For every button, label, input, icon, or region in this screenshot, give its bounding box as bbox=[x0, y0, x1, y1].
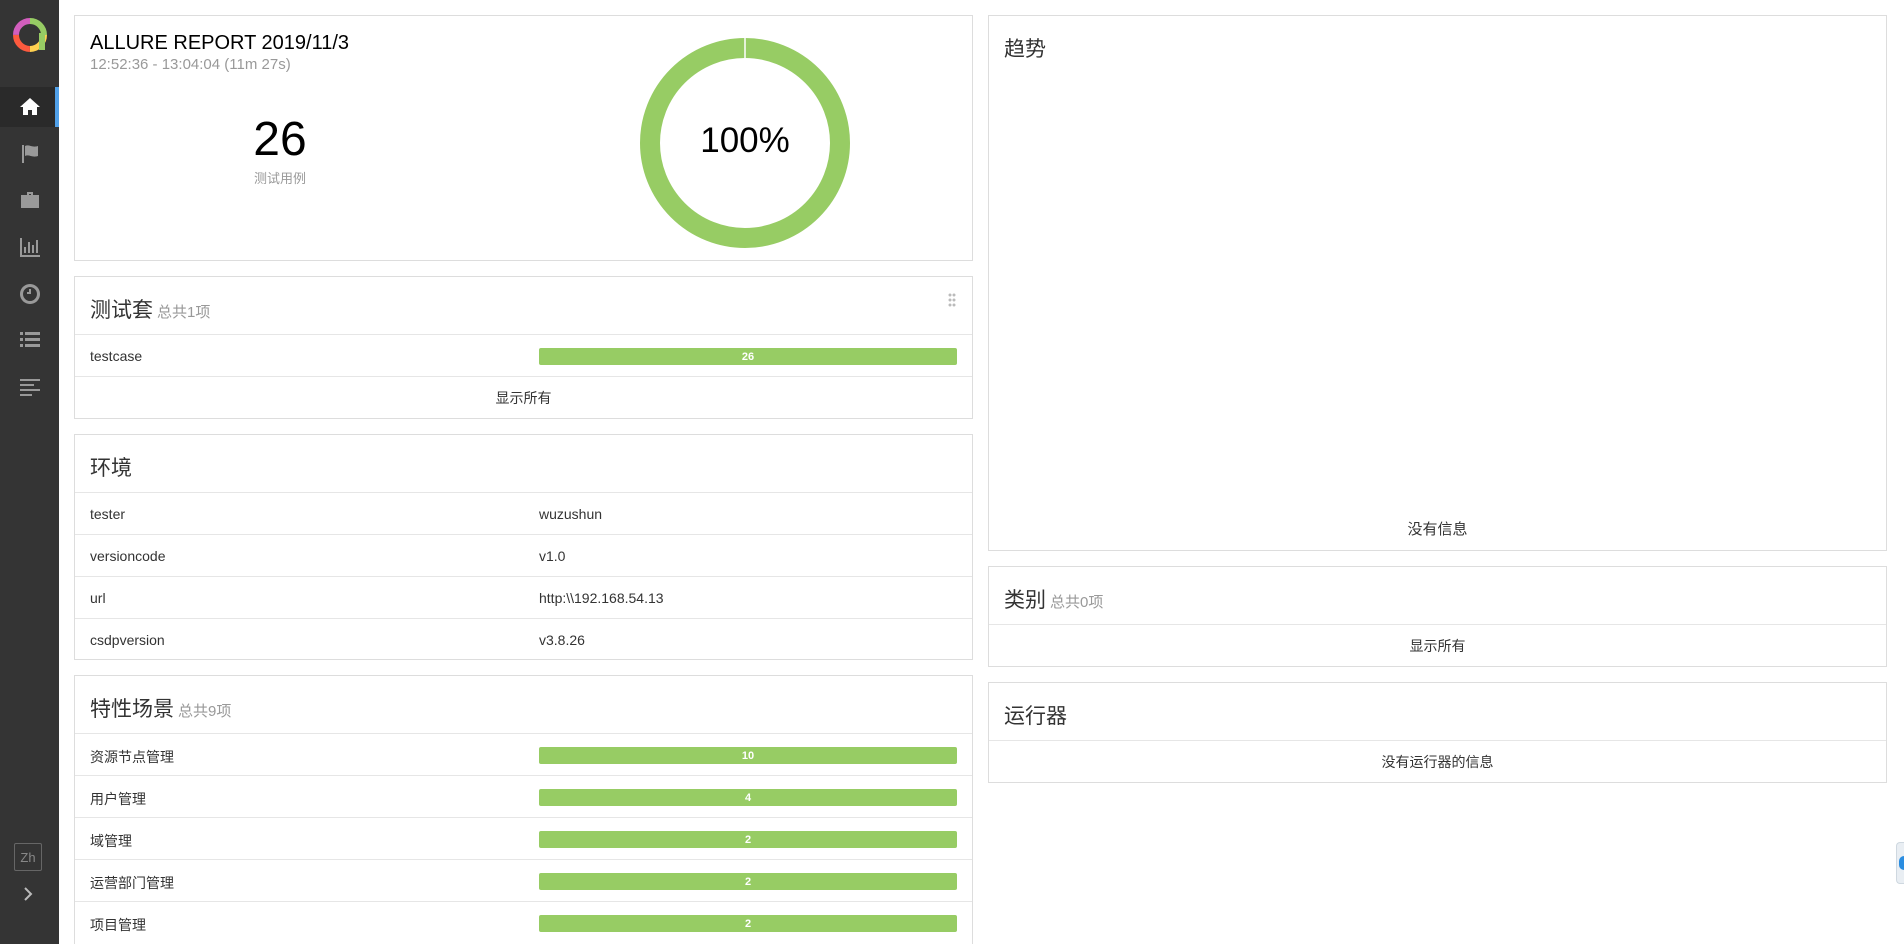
expand-sidebar-button[interactable] bbox=[14, 880, 42, 908]
language-button[interactable]: Zh bbox=[14, 843, 42, 871]
suites-widget: 测试套 总共1项 testcase 26 显示所有 bbox=[74, 276, 973, 419]
bar-chart-icon bbox=[19, 238, 40, 257]
align-left-icon bbox=[19, 379, 40, 396]
feature-name: 运营部门管理 bbox=[90, 875, 174, 891]
env-key: url bbox=[90, 590, 106, 606]
feature-row[interactable]: 运营部门管理 2 bbox=[75, 859, 972, 901]
features-title-text: 特性场景 bbox=[90, 698, 174, 721]
float-tab-icon bbox=[1899, 856, 1904, 870]
categories-show-all-link[interactable]: 显示所有 bbox=[989, 624, 1886, 666]
suite-name: testcase bbox=[90, 348, 143, 364]
side-float-tab[interactable] bbox=[1896, 842, 1904, 884]
env-row: tester wuzushun bbox=[75, 492, 972, 534]
env-key: tester bbox=[90, 506, 126, 522]
features-total: 总共9项 bbox=[178, 703, 232, 720]
suite-status-bar[interactable]: 26 bbox=[539, 348, 957, 365]
executors-title: 运行器 bbox=[1004, 705, 1067, 728]
nav-timeline[interactable] bbox=[0, 274, 59, 314]
suites-total: 总共1项 bbox=[157, 304, 211, 321]
feature-status-bar[interactable]: 2 bbox=[539, 915, 957, 932]
nav-packages[interactable] bbox=[0, 367, 59, 407]
categories-title: 类别 总共0项 bbox=[1004, 584, 1103, 614]
success-rate-percent: 100% bbox=[700, 121, 790, 160]
suite-row[interactable]: testcase 26 bbox=[75, 334, 972, 376]
categories-title-text: 类别 bbox=[1004, 589, 1046, 612]
allure-logo-icon[interactable] bbox=[12, 17, 48, 53]
report-title: ALLURE REPORT 2019/11/3 bbox=[90, 32, 350, 54]
feature-status-bar[interactable]: 2 bbox=[539, 873, 957, 890]
features-title: 特性场景 总共9项 bbox=[90, 693, 231, 723]
categories-widget: 类别 总共0项 显示所有 bbox=[988, 566, 1887, 667]
environment-title: 环境 bbox=[90, 457, 132, 480]
feature-row[interactable]: 项目管理 2 bbox=[75, 901, 972, 943]
env-value: v1.0 bbox=[539, 548, 566, 564]
clock-icon bbox=[19, 284, 40, 304]
feature-name: 域管理 bbox=[90, 833, 132, 849]
list-icon bbox=[19, 332, 40, 347]
nav-graphs[interactable] bbox=[0, 227, 59, 267]
suites-title-text: 测试套 bbox=[90, 299, 153, 322]
env-key: versioncode bbox=[90, 548, 166, 564]
env-row: csdpversion v3.8.26 bbox=[75, 618, 972, 660]
drag-handle-icon[interactable] bbox=[948, 293, 956, 307]
trend-empty-message: 没有信息 bbox=[1407, 521, 1468, 538]
environment-widget: 环境 tester wuzushun versioncode v1.0 url … bbox=[74, 434, 973, 660]
env-value: http:\\192.168.54.13 bbox=[539, 590, 664, 606]
env-row: url http:\\192.168.54.13 bbox=[75, 576, 972, 618]
feature-name: 资源节点管理 bbox=[90, 749, 174, 765]
report-time-range: 12:52:36 - 13:04:04 (11m 27s) bbox=[90, 56, 291, 73]
env-key: csdpversion bbox=[90, 632, 165, 648]
feature-status-bar[interactable]: 10 bbox=[539, 747, 957, 764]
suites-show-all-link[interactable]: 显示所有 bbox=[75, 376, 972, 418]
home-icon bbox=[19, 98, 40, 115]
env-row: versioncode v1.0 bbox=[75, 534, 972, 576]
executors-widget: 运行器 没有运行器的信息 bbox=[988, 682, 1887, 783]
feature-row[interactable]: 域管理 2 bbox=[75, 817, 972, 859]
trend-title: 趋势 bbox=[1004, 38, 1046, 61]
feature-row[interactable]: 用户管理 4 bbox=[75, 775, 972, 817]
trend-widget: 趋势 没有信息 bbox=[988, 15, 1887, 551]
feature-row[interactable]: 资源节点管理 10 bbox=[75, 733, 972, 775]
executors-empty-message: 没有运行器的信息 bbox=[989, 740, 1886, 782]
nav-overview[interactable] bbox=[0, 87, 59, 127]
features-widget: 特性场景 总共9项 资源节点管理 10 用户管理 4 域管理 2 运营部门管理 2… bbox=[74, 675, 973, 944]
chevron-right-icon bbox=[24, 887, 33, 901]
nav-behaviors[interactable] bbox=[0, 320, 59, 360]
testcase-count: 26 bbox=[253, 113, 307, 166]
feature-name: 用户管理 bbox=[90, 791, 146, 807]
feature-status-bar[interactable]: 4 bbox=[539, 789, 957, 806]
briefcase-icon bbox=[20, 192, 39, 208]
feature-status-bar[interactable]: 2 bbox=[539, 831, 957, 848]
env-value: v3.8.26 bbox=[539, 632, 585, 648]
nav-categories[interactable] bbox=[0, 134, 59, 174]
env-value: wuzushun bbox=[539, 506, 603, 522]
suites-title: 测试套 总共1项 bbox=[90, 294, 210, 324]
sidebar: Zh bbox=[0, 0, 59, 944]
flag-icon bbox=[21, 145, 38, 163]
nav-suites[interactable] bbox=[0, 180, 59, 220]
feature-name: 项目管理 bbox=[90, 917, 146, 933]
testcase-count-label: 测试用例 bbox=[253, 171, 306, 186]
summary-widget: ALLURE REPORT 2019/11/3 12:52:36 - 13:04… bbox=[74, 15, 973, 261]
categories-total: 总共0项 bbox=[1050, 594, 1104, 611]
